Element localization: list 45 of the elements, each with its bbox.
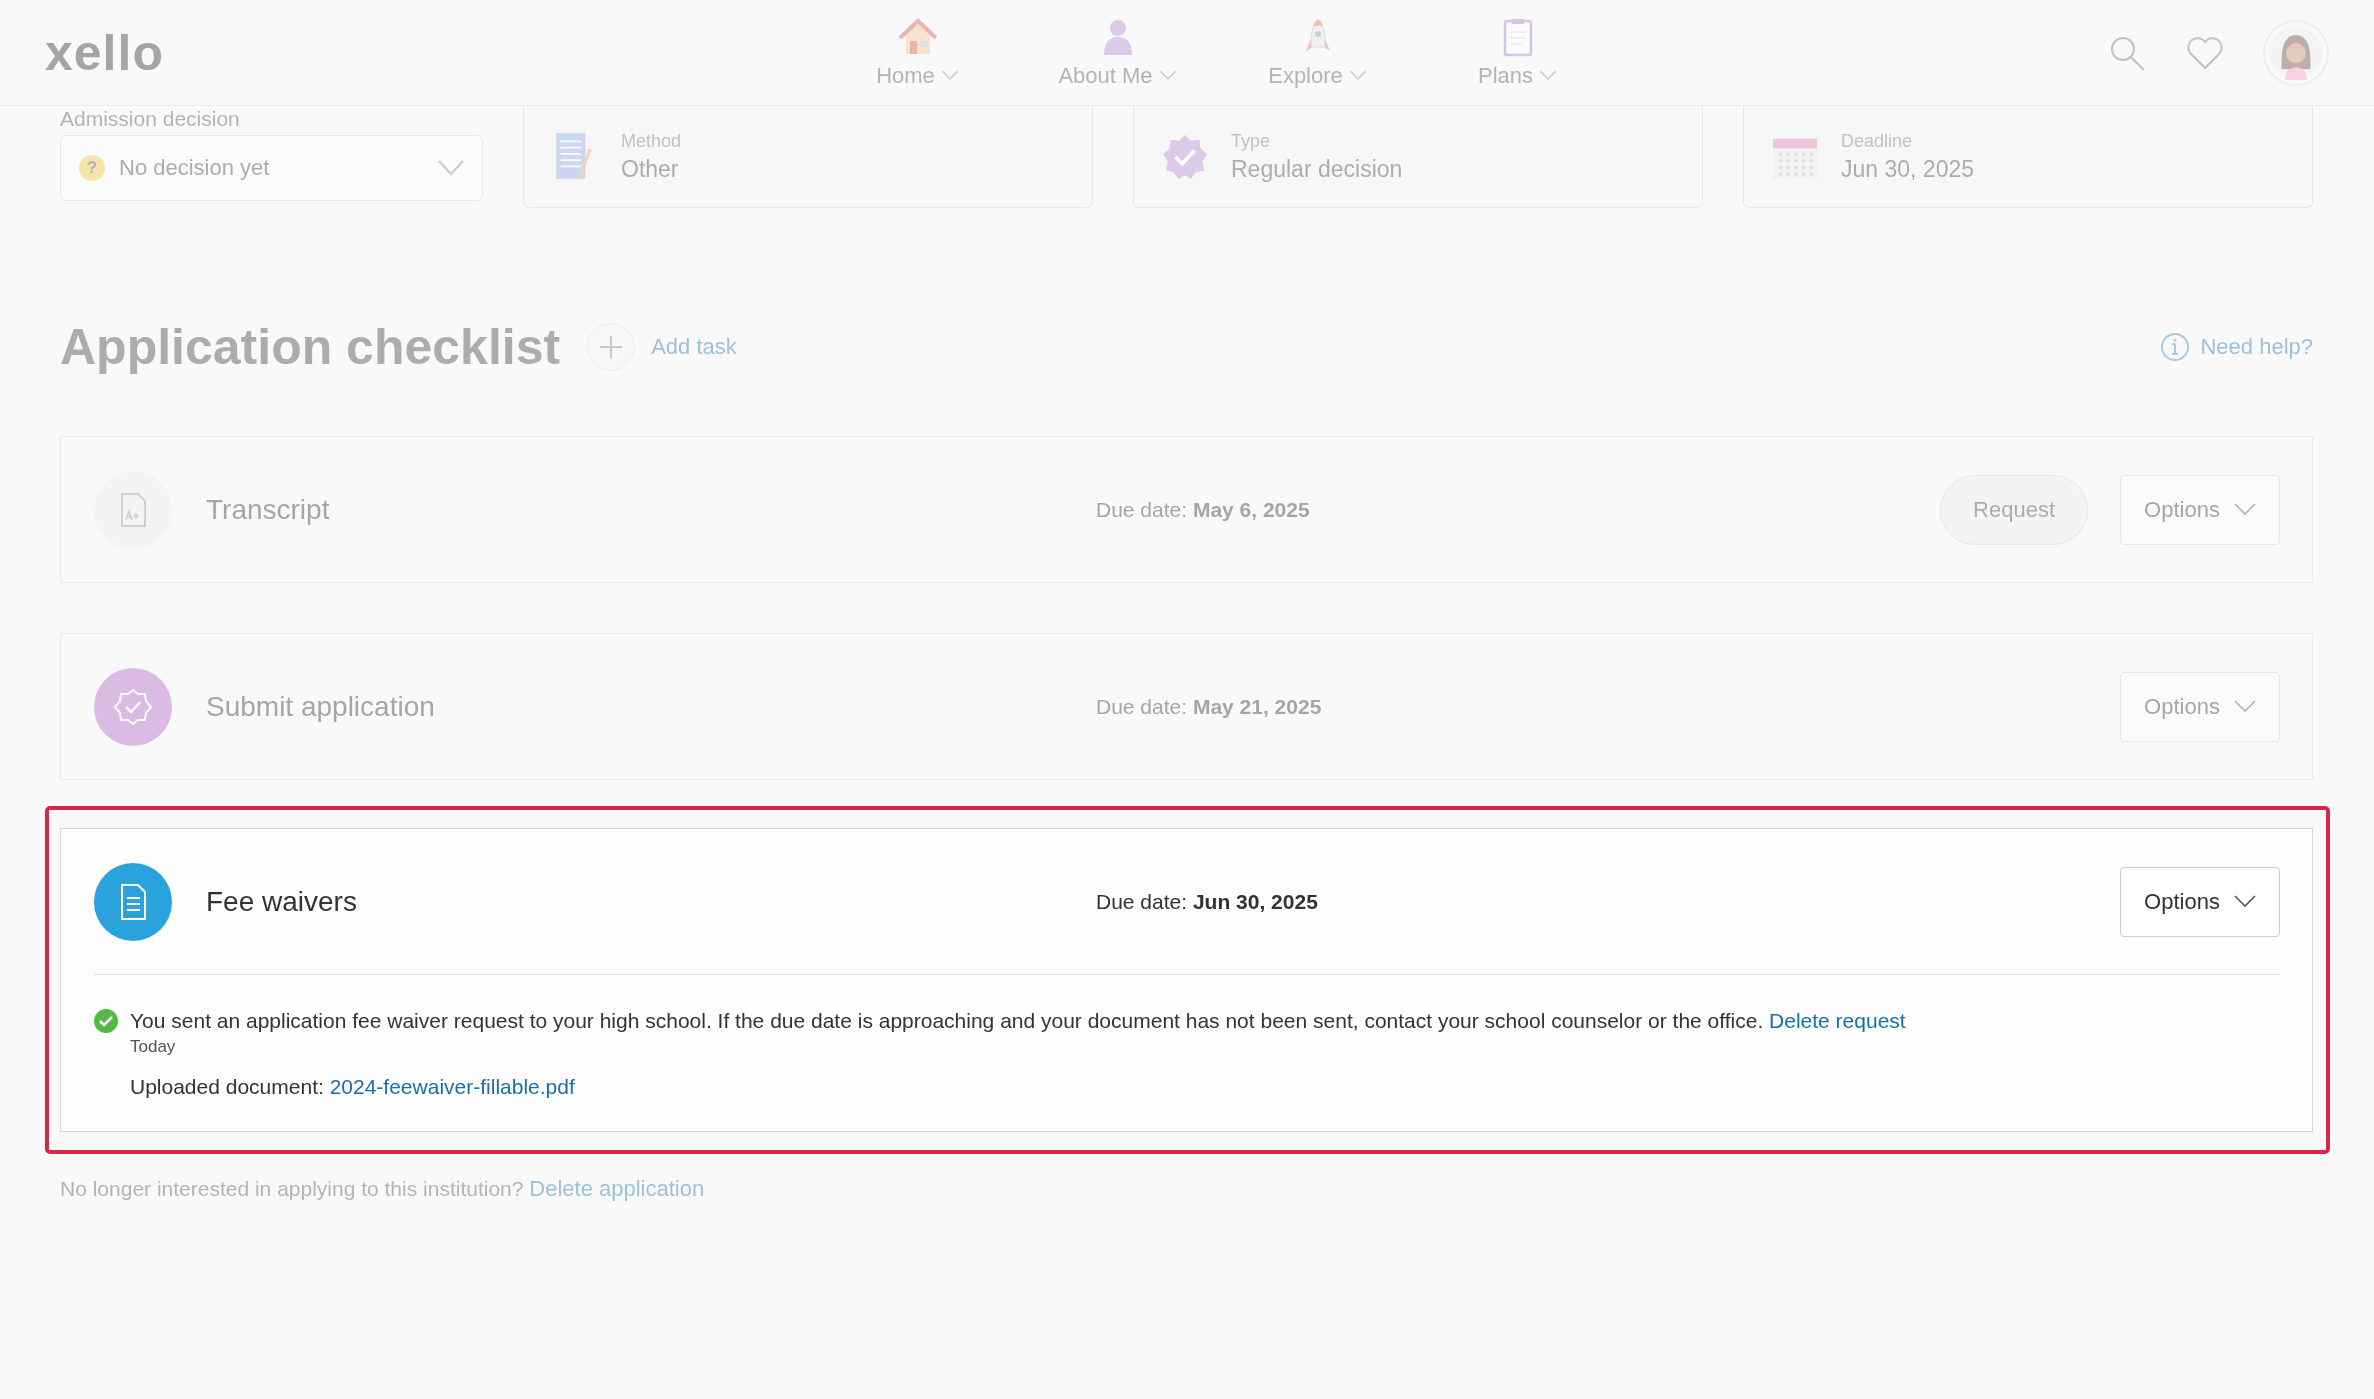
info-icon: [2160, 332, 2191, 362]
due-date: Due date: May 21, 2025: [1096, 694, 1322, 719]
add-task-link[interactable]: Add task: [651, 334, 737, 360]
uploaded-document: Uploaded document: 2024-feewaiver-fillable.pdf: [130, 1075, 576, 1099]
timestamp: Today: [130, 1037, 177, 1057]
nav-menu-item[interactable]: Home: [845, 16, 990, 89]
status-message: You sent an application fee waiver request to your high school. If the due date is approaching and your document has not been sent, contact your school counselor or the office. Delete request: [130, 1009, 1906, 1033]
field-label: Admission decision: [60, 108, 241, 129]
task-name: Submit application: [206, 690, 436, 723]
section-title: Application checklist: [60, 318, 561, 376]
chevron-down-icon: [1348, 70, 1367, 81]
avatar[interactable]: [2263, 19, 2329, 86]
check-circle-icon: [94, 1009, 118, 1033]
decision-dropdown[interactable]: ? No decision yet: [60, 135, 483, 201]
chevron-down-icon: [438, 160, 464, 176]
task-name: Transcript: [206, 493, 331, 526]
delete-request-link[interactable]: Delete request: [1769, 1009, 1906, 1032]
file-link[interactable]: 2024-feewaiver-fillable.pdf: [329, 1075, 575, 1098]
chevron-down-icon: [940, 70, 959, 81]
chevron-down-icon: [2233, 700, 2256, 713]
options-button[interactable]: Options: [2120, 866, 2280, 937]
chevron-down-icon: [1158, 70, 1177, 81]
options-button[interactable]: Options: [2120, 474, 2280, 545]
info-value: Other: [621, 155, 680, 183]
add-icon[interactable]: [586, 322, 637, 372]
chevron-down-icon: [2233, 503, 2256, 516]
badge-check-icon: [94, 667, 172, 746]
task-name: Fee waivers: [206, 885, 358, 918]
nav-menu-item[interactable]: About Me: [1045, 16, 1190, 89]
options-button[interactable]: Options: [2120, 671, 2280, 742]
due-date: Due date: Jun 30, 2025: [1096, 889, 1318, 914]
due-date: Due date: May 6, 2025: [1096, 497, 1310, 522]
info-value: Regular decision: [1231, 155, 1403, 183]
chevron-down-icon: [2233, 895, 2256, 908]
footer-text: No longer interested in applying to this institution? Delete application: [60, 1176, 706, 1202]
nav-menu-item[interactable]: Explore: [1245, 16, 1390, 89]
document-icon: [94, 862, 172, 941]
delete-application-link[interactable]: Delete application: [529, 1176, 705, 1201]
chevron-down-icon: [1539, 70, 1557, 81]
logo[interactable]: xello: [45, 23, 845, 82]
help-link[interactable]: Need help?: [2200, 334, 2313, 360]
nav-menu-item[interactable]: Plans: [1445, 16, 1590, 89]
info-value: Jun 30, 2025: [1841, 155, 1974, 183]
house-icon: [897, 16, 938, 57]
request-button[interactable]: Request: [1940, 474, 2088, 545]
